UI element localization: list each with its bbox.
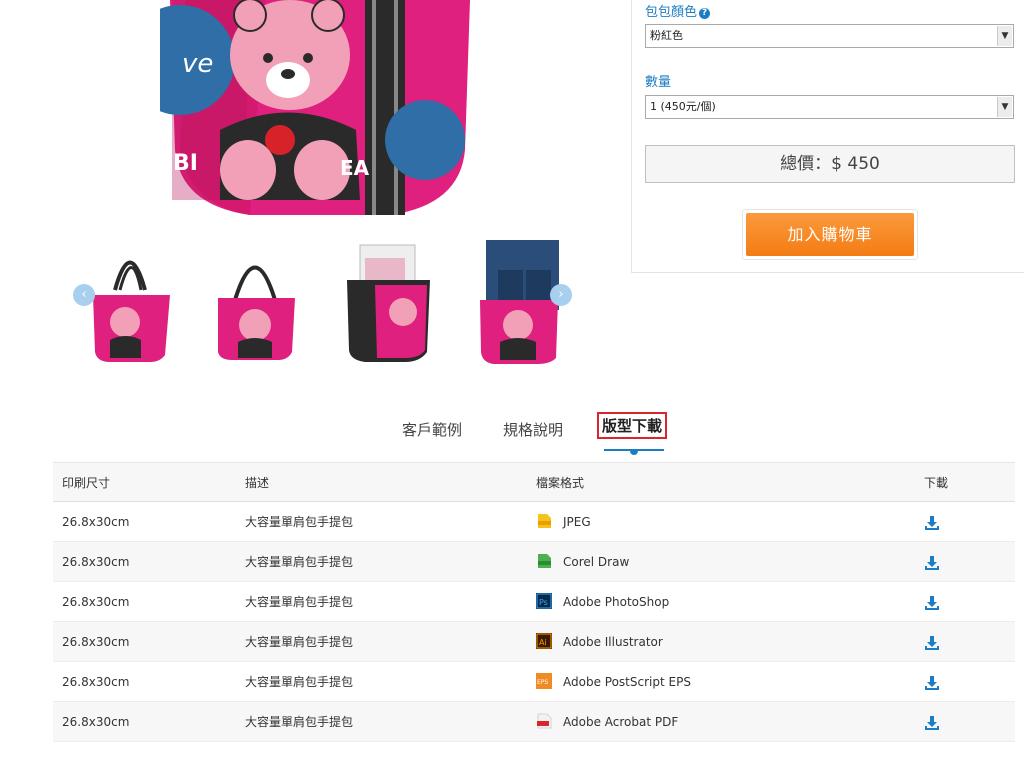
table-row: 26.8x30cm 大容量單肩包手提包 EPS Adobe PostScript… (53, 662, 1015, 702)
row-format: JPEG (536, 502, 591, 542)
color-select[interactable]: 粉紅色 ▼ (645, 24, 1014, 48)
color-label: 包包顏色? (645, 1, 711, 20)
add-to-cart-button[interactable]: 加入購物車 (742, 209, 918, 260)
ai-icon: Ai (536, 633, 552, 649)
main-product-image: ve EBI EA (160, 0, 480, 225)
download-icon[interactable] (924, 555, 940, 571)
download-cell (924, 502, 940, 542)
row-size: 26.8x30cm (62, 595, 130, 609)
tab-specifications[interactable]: 規格說明 (503, 419, 563, 440)
pdf-icon (537, 713, 552, 729)
download-icon[interactable] (924, 515, 940, 531)
thumbnail-2[interactable] (210, 240, 305, 365)
row-format: EPS Adobe PostScript EPS (536, 662, 691, 702)
row-format: Corel Draw (536, 542, 629, 582)
download-cell (924, 702, 940, 742)
row-size: 26.8x30cm (62, 715, 130, 729)
carousel-next-icon[interactable]: › (550, 284, 572, 306)
row-format: Ps Adobe PhotoShop (536, 582, 669, 622)
cdr-icon (538, 554, 551, 568)
row-format: Adobe Acrobat PDF (536, 702, 678, 742)
svg-text:Ps: Ps (539, 598, 548, 607)
table-row: 26.8x30cm 大容量單肩包手提包 Corel Draw (53, 542, 1015, 582)
table-header: 印刷尺寸 描述 檔案格式 下載 (53, 462, 1015, 502)
thumbnail-3[interactable] (345, 240, 440, 365)
template-table: 印刷尺寸 描述 檔案格式 下載 26.8x30cm 大容量單肩包手提包 JPEG… (53, 462, 1015, 742)
format-name: Adobe Acrobat PDF (563, 715, 679, 729)
download-icon[interactable] (924, 595, 940, 611)
quantity-select-value: 1 (450元/個) (650, 100, 716, 113)
download-icon[interactable] (924, 635, 940, 651)
total-price: 總價：$ 450 (645, 145, 1015, 183)
table-row: 26.8x30cm 大容量單肩包手提包 Ai Adobe Illustrator (53, 622, 1015, 662)
eps-icon: EPS (536, 673, 552, 689)
svg-text:EPS: EPS (537, 679, 548, 686)
row-description: 大容量單肩包手提包 (245, 595, 354, 609)
thumbnail-1[interactable] (85, 240, 180, 365)
table-row: 26.8x30cm 大容量單肩包手提包 Adobe Acrobat PDF (53, 702, 1015, 742)
tab-bar: 客戶範例 規格說明 版型下載 (0, 412, 1024, 455)
color-label-text: 包包顏色 (645, 5, 698, 20)
row-size: 26.8x30cm (62, 555, 130, 569)
help-icon[interactable]: ? (699, 8, 711, 19)
format-name: Corel Draw (563, 555, 630, 569)
row-size: 26.8x30cm (62, 675, 130, 689)
options-panel: 包包顏色? 粉紅色 ▼ 數量 1 (450元/個) ▼ 總價：$ 450 加入購… (631, 0, 1024, 273)
row-size: 26.8x30cm (62, 635, 130, 649)
thumbnail-carousel: ‹ › (70, 240, 580, 365)
header-size: 印刷尺寸 (62, 476, 111, 490)
carousel-prev-icon[interactable]: ‹ (73, 284, 95, 306)
svg-text:EA: EA (340, 156, 370, 180)
row-format: Ai Adobe Illustrator (536, 622, 663, 662)
download-icon[interactable] (924, 675, 940, 691)
row-description: 大容量單肩包手提包 (245, 635, 354, 649)
chevron-down-icon: ▼ (997, 26, 1012, 46)
download-cell (924, 542, 940, 582)
svg-text:Ai: Ai (539, 638, 547, 647)
download-icon[interactable] (924, 715, 940, 731)
download-cell (924, 582, 940, 622)
format-name: Adobe Illustrator (563, 635, 663, 649)
download-cell (924, 622, 940, 662)
table-row: 26.8x30cm 大容量單肩包手提包 JPEG (53, 502, 1015, 542)
jpeg-icon (538, 514, 551, 528)
row-description: 大容量單肩包手提包 (245, 555, 354, 569)
tab-active-marker (630, 449, 638, 455)
row-description: 大容量單肩包手提包 (245, 675, 354, 689)
format-name: Adobe PostScript EPS (563, 675, 691, 689)
row-size: 26.8x30cm (62, 515, 130, 529)
header-download: 下載 (924, 476, 949, 490)
table-row: 26.8x30cm 大容量單肩包手提包 Ps Adobe PhotoShop (53, 582, 1015, 622)
header-description: 描述 (245, 476, 270, 490)
quantity-select[interactable]: 1 (450元/個) ▼ (645, 95, 1014, 119)
add-to-cart-label: 加入購物車 (746, 213, 914, 256)
format-name: JPEG (563, 515, 591, 529)
quantity-label: 數量 (645, 75, 672, 90)
product-page: ve EBI EA ‹ › 包包顏色 ? 粉紅色 ▼ 數量 1 (450元/個)… (0, 0, 1024, 760)
header-format: 檔案格式 (536, 476, 585, 490)
color-select-value: 粉紅色 (650, 29, 683, 42)
svg-text:EBI: EBI (160, 151, 198, 176)
format-name: Adobe PhotoShop (563, 595, 670, 609)
tab-customer-examples[interactable]: 客戶範例 (402, 419, 462, 440)
chevron-down-icon: ▼ (997, 97, 1012, 117)
row-description: 大容量單肩包手提包 (245, 515, 354, 529)
download-cell (924, 662, 940, 702)
ps-icon: Ps (536, 593, 552, 609)
svg-text:ve: ve (182, 49, 213, 79)
tab-template-download[interactable]: 版型下載 (597, 412, 668, 439)
row-description: 大容量單肩包手提包 (245, 715, 354, 729)
